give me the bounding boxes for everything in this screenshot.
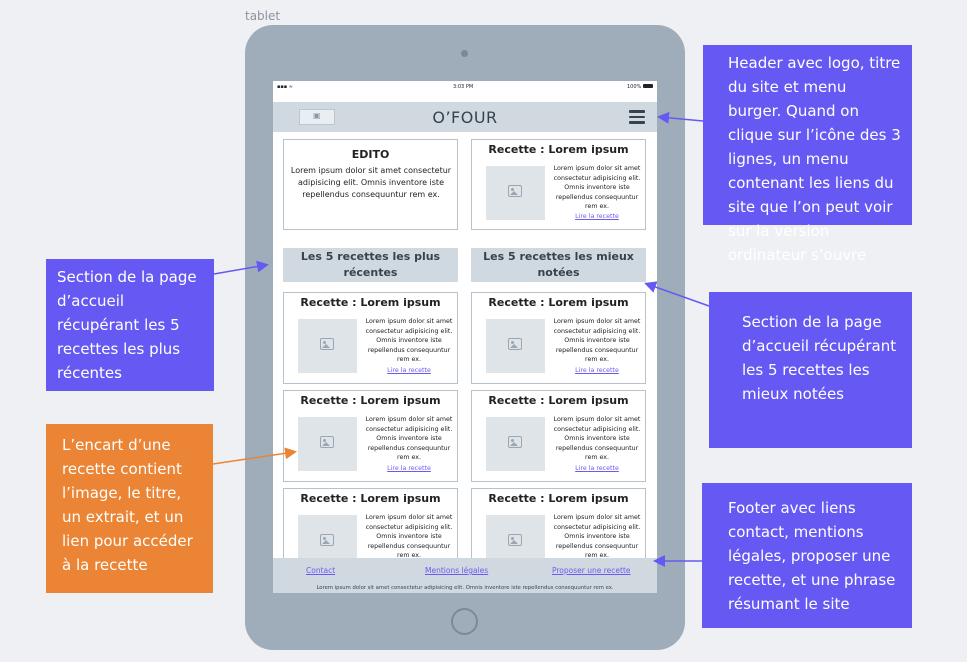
annotation-arrows [212, 111, 710, 567]
arrow-top-rated [644, 281, 710, 307]
arrow-card [212, 447, 297, 465]
arrow-header [657, 111, 704, 124]
arrow-recent [213, 260, 269, 275]
